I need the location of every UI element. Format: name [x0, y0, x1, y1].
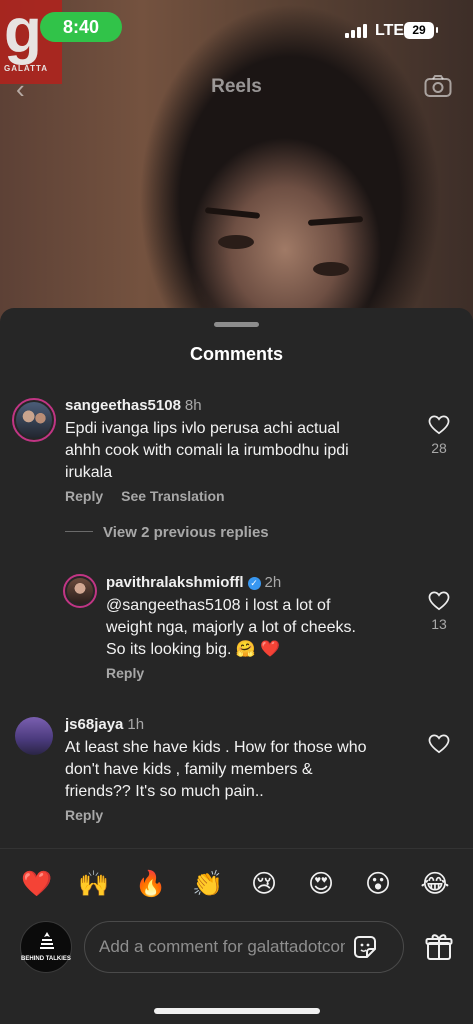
- fire-emoji[interactable]: 🔥: [135, 869, 166, 899]
- comment-body: @sangeethas5108 i lost a lot of weight n…: [106, 597, 356, 658]
- like-count: 13: [431, 616, 447, 632]
- heart-outline-icon[interactable]: [428, 415, 450, 435]
- comment-header: js68jaya 1h: [65, 716, 144, 733]
- comment-username[interactable]: pavithralakshmioffl: [106, 574, 244, 591]
- reply-button[interactable]: Reply: [65, 807, 103, 823]
- signal-icon: [345, 24, 369, 38]
- see-translation-button[interactable]: See Translation: [121, 488, 224, 504]
- comment-age: 1h: [127, 716, 145, 733]
- heart-outline-icon[interactable]: [428, 591, 450, 611]
- surprised-face-emoji[interactable]: 😮: [363, 869, 393, 899]
- tears-of-joy-emoji[interactable]: 😂: [420, 869, 450, 899]
- verified-badge-icon: ✓: [247, 577, 261, 590]
- heart-outline-icon[interactable]: [428, 734, 450, 754]
- reply-button[interactable]: Reply: [65, 488, 103, 504]
- gift-icon[interactable]: [424, 932, 454, 962]
- avatar[interactable]: [63, 574, 97, 608]
- avatar[interactable]: [15, 717, 53, 755]
- sheet-title: Comments: [189, 344, 283, 364]
- replies-divider: [65, 531, 93, 532]
- home-indicator[interactable]: [154, 1008, 320, 1014]
- comment-actions: Reply: [106, 665, 144, 681]
- comment-body: At least she have kids . How for those w…: [65, 739, 367, 800]
- status-time: 8:40: [40, 12, 122, 42]
- comment-age: 8h: [184, 397, 202, 414]
- network-type: LTE: [375, 22, 405, 39]
- clapping-hands-emoji[interactable]: 👏: [192, 869, 223, 899]
- heart-eyes-emoji[interactable]: 😍: [306, 869, 336, 899]
- comment-header: sangeethas5108 8h: [65, 397, 202, 414]
- comment-composer: BEHIND TALKIES: [0, 918, 473, 1024]
- reels-header: ‹ Reels: [0, 70, 473, 106]
- like-count: 28: [431, 440, 447, 456]
- status-bar: 8:40 LTE 29: [0, 0, 473, 60]
- battery-icon: 29: [404, 22, 438, 39]
- comment-actions: Reply: [65, 807, 103, 823]
- comment-age: 2h: [264, 574, 282, 591]
- avatar[interactable]: BEHIND TALKIES: [20, 921, 72, 973]
- emoji-quick-bar: ❤️ 🙌 🔥 👏 😢 😍 😮 😂: [0, 848, 473, 918]
- sheet-grabber[interactable]: [214, 322, 259, 327]
- camera-icon[interactable]: [424, 74, 452, 98]
- sticker-icon[interactable]: [351, 933, 379, 961]
- view-previous-replies[interactable]: View 2 previous replies: [65, 524, 269, 541]
- comment-username[interactable]: sangeethas5108: [65, 397, 181, 414]
- comment-header: pavithralakshmioffl ✓ 2h: [106, 574, 281, 591]
- like-control: 13: [426, 591, 452, 632]
- crying-face-emoji[interactable]: 😢: [249, 869, 279, 899]
- comment-username[interactable]: js68jaya: [65, 716, 123, 733]
- behind-talkies-logo-icon: [40, 932, 54, 949]
- red-heart-emoji[interactable]: ❤️: [21, 869, 52, 899]
- like-control: [426, 734, 452, 754]
- reply-button[interactable]: Reply: [106, 665, 144, 681]
- raising-hands-emoji[interactable]: 🙌: [78, 869, 109, 899]
- avatar[interactable]: [12, 398, 56, 442]
- like-control: 28: [426, 415, 452, 456]
- comment-actions: Reply See Translation: [65, 488, 225, 504]
- page-title: Reels: [211, 76, 262, 97]
- comment-body: Epdi ivanga lips ivlo perusa achi actual…: [65, 420, 349, 481]
